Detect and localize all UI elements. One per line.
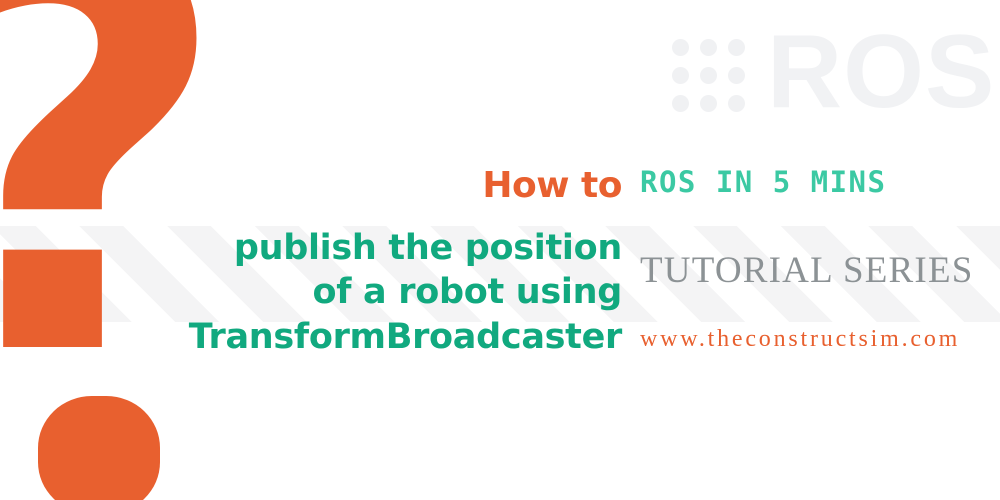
- ros-dot-grid-icon: [672, 39, 745, 113]
- series-tag: ROS IN 5 MINS: [640, 168, 980, 197]
- ros-dot-icon: [728, 39, 745, 57]
- ros-dot-icon: [728, 95, 745, 113]
- ros-dot-icon: [728, 67, 745, 85]
- series-title: TUTORIAL SERIES: [640, 250, 974, 291]
- site-url[interactable]: www.theconstructsim.com: [640, 289, 980, 351]
- headline-block: How to publish the position of a robot u…: [180, 165, 623, 359]
- series-info-block: ROS IN 5 MINS TUTORIAL SERIES www.thecon…: [640, 168, 980, 352]
- tutorial-banner: ? ROS How to publish the position of a r…: [0, 0, 1000, 500]
- ros-dot-icon: [672, 95, 689, 113]
- headline-line-3: TransformBroadcaster: [188, 316, 623, 357]
- ros-dot-icon: [672, 67, 689, 85]
- page-title: publish the position of a robot using Tr…: [180, 204, 623, 359]
- headline-line-1: publish the position: [233, 228, 622, 268]
- ros-dot-icon: [700, 95, 717, 113]
- ros-logo: ROS: [672, 20, 995, 124]
- ros-dot-icon: [700, 67, 717, 85]
- question-mark-dot-icon: [38, 396, 160, 500]
- ros-dot-icon: [672, 39, 689, 57]
- ros-wordmark: ROS: [767, 14, 996, 130]
- headline-line-2: of a robot using: [312, 272, 623, 313]
- ros-dot-icon: [700, 39, 717, 57]
- headline-eyebrow: How to: [482, 165, 622, 206]
